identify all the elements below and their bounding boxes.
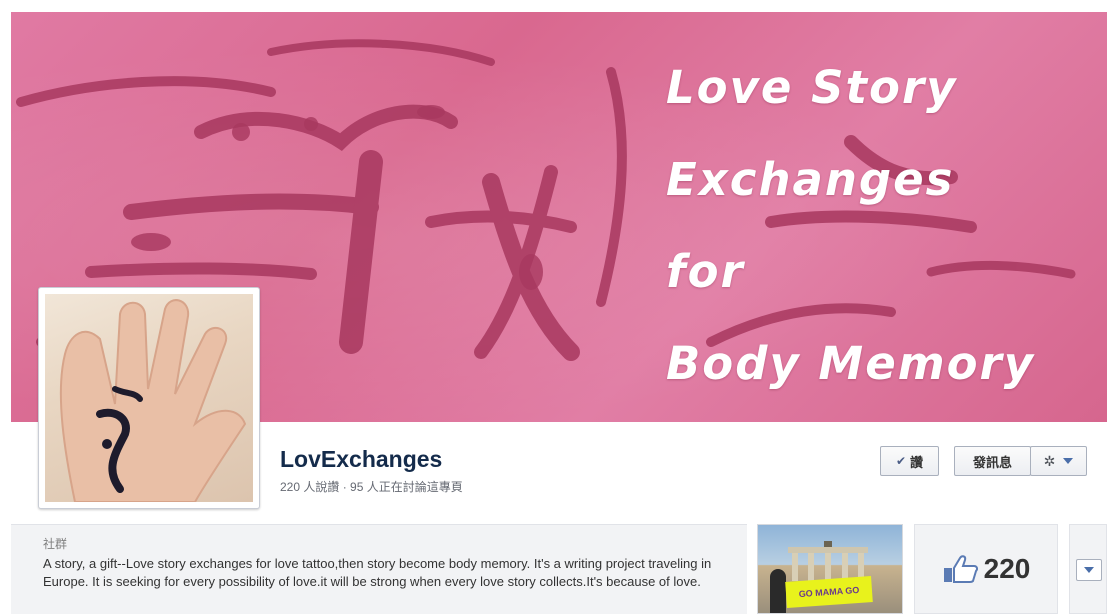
like-button-label: 讚 bbox=[910, 454, 924, 470]
message-button[interactable]: 發訊息 bbox=[954, 446, 1031, 476]
page-description: A story, a gift--Love story exchanges fo… bbox=[43, 556, 712, 589]
likes-count: 220 bbox=[983, 553, 1031, 584]
expand-button[interactable] bbox=[1076, 559, 1102, 581]
profile-photo bbox=[45, 294, 253, 502]
person-figure bbox=[770, 569, 786, 613]
profile-picture[interactable] bbox=[38, 287, 260, 509]
about-section: 社群 A story, a gift--Love story exchanges… bbox=[11, 524, 747, 614]
more-apps-tile bbox=[1069, 524, 1107, 614]
photos-thumbnail[interactable]: GO MAMA GO bbox=[757, 524, 903, 614]
gear-icon: ✲ bbox=[1043, 452, 1056, 469]
photo-banner: GO MAMA GO bbox=[785, 576, 873, 608]
thumbs-up-icon bbox=[943, 555, 978, 583]
settings-dropdown-button[interactable]: ✲ bbox=[1030, 446, 1087, 476]
message-button-label: 發訊息 bbox=[972, 454, 1012, 470]
chevron-down-icon bbox=[1063, 458, 1074, 464]
page-category[interactable]: 社群 bbox=[43, 535, 747, 552]
like-button[interactable]: ✔ 讚 bbox=[880, 446, 939, 476]
check-icon: ✔ bbox=[895, 454, 907, 468]
likes-tile[interactable]: 220 bbox=[914, 524, 1058, 614]
chevron-down-icon bbox=[1084, 567, 1094, 573]
page-title[interactable]: LovExchanges bbox=[280, 446, 442, 473]
cover-title: Love Story Exchanges for Body Memory bbox=[666, 61, 1036, 390]
hand-tattoo-image bbox=[59, 299, 247, 502]
brandenburg-gate-image bbox=[788, 541, 868, 581]
page-stats: 220 人說讚 · 95 人正在討論這專頁 bbox=[280, 480, 463, 494]
